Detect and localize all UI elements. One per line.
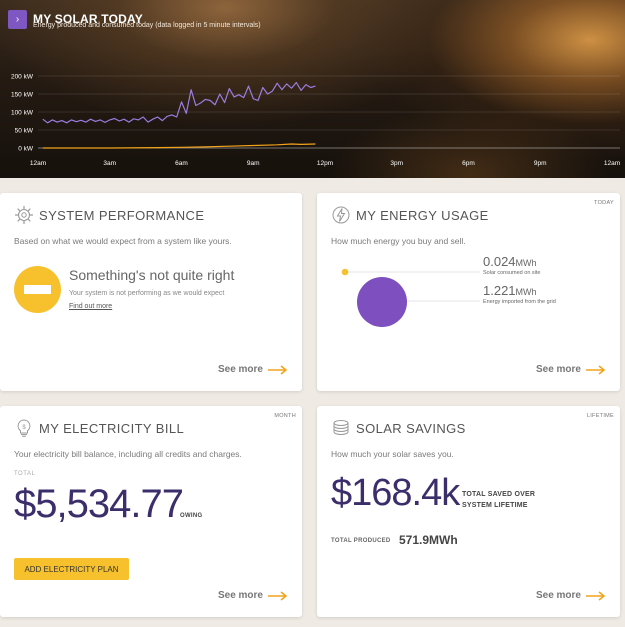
savings-amount: $168.4k xyxy=(331,472,460,514)
x-tick-label: 9am xyxy=(247,160,260,167)
card-title: SYSTEM PERFORMANCE xyxy=(39,207,205,223)
solar-savings-card: LIFETIME SOLAR SAVINGS How much your sol… xyxy=(317,406,620,617)
see-more-label: See more xyxy=(535,590,581,601)
gear-sun-icon xyxy=(14,205,34,225)
x-tick-label: 12am xyxy=(604,160,620,167)
y-tick-label: 50 kW xyxy=(15,128,34,135)
grid-imported-value: 1.221MWh xyxy=(483,283,537,298)
card-title: SOLAR SAVINGS xyxy=(356,420,466,436)
solar-consumed-bubble xyxy=(341,268,349,276)
expand-menu-button[interactable]: › xyxy=(8,10,27,29)
card-header: SYSTEM PERFORMANCE xyxy=(14,205,204,225)
series-line-1 xyxy=(42,143,316,149)
card-title: MY ELECTRICITY BILL xyxy=(39,420,185,436)
owing-label: OWING xyxy=(180,513,203,519)
lightbulb-dollar-icon: $ xyxy=(17,419,31,437)
performance-status: Something's not quite right xyxy=(69,267,235,283)
x-tick-label: 6am xyxy=(175,160,188,167)
grid-imported-bubble xyxy=(357,277,407,327)
y-tick-label: 150 kW xyxy=(11,92,34,99)
grid-imported-label: Energy imported from the grid xyxy=(483,299,556,305)
card-description: How much your solar saves you. xyxy=(331,449,454,459)
x-tick-label: 3pm xyxy=(390,160,403,167)
svg-text:$: $ xyxy=(22,425,26,431)
add-electricity-plan-button[interactable]: ADD ELECTRICITY PLAN xyxy=(14,558,129,580)
arrow-right-icon xyxy=(268,590,288,601)
arrow-right-icon xyxy=(268,364,288,375)
y-tick-label: 200 kW xyxy=(11,74,34,81)
see-more-button[interactable]: See more xyxy=(536,364,606,375)
card-description: Based on what we would expect from a sys… xyxy=(14,236,232,246)
see-more-button[interactable]: See more xyxy=(218,364,288,375)
card-description: Your electricity bill balance, including… xyxy=(14,449,242,459)
energy-bubbles xyxy=(341,268,480,327)
solar-consumed-value: 0.024MWh xyxy=(483,254,537,269)
system-performance-card: SYSTEM PERFORMANCE Based on what we woul… xyxy=(0,193,302,391)
period-tag: MONTH xyxy=(274,413,296,419)
hero-subtitle: Energy produced and consumed today (data… xyxy=(33,22,261,29)
warning-status-icon xyxy=(14,266,61,313)
bill-amount: $5,534.77 xyxy=(14,482,184,526)
see-more-button[interactable]: See more xyxy=(218,590,288,601)
electricity-bill-card: MONTH $ MY ELECTRICITY BILL Your electri… xyxy=(0,406,302,617)
x-tick-label: 6pm xyxy=(462,160,475,167)
see-more-button[interactable]: See more xyxy=(536,590,606,601)
arrow-right-icon xyxy=(586,364,606,375)
total-produced-value: 571.9MWh xyxy=(399,533,458,547)
see-more-label: See more xyxy=(217,364,263,375)
savings-amount-label: TOTAL SAVED OVER SYSTEM LIFETIME xyxy=(462,491,536,509)
total-produced-label: TOTAL PRODUCED xyxy=(331,538,391,544)
x-tick-label: 9pm xyxy=(534,160,547,167)
chevron-right-icon: › xyxy=(15,14,20,25)
see-more-label: See more xyxy=(217,590,263,601)
y-tick-label: 100 kW xyxy=(11,110,34,117)
energy-usage-card: TODAY MY ENERGY USAGE How much energy yo… xyxy=(317,193,620,391)
series-line-0 xyxy=(42,81,316,124)
x-tick-label: 3am xyxy=(103,160,116,167)
arrow-right-icon xyxy=(586,590,606,601)
performance-message: Your system is not performing as we woul… xyxy=(69,290,225,297)
card-header: $ MY ELECTRICITY BILL xyxy=(14,418,184,438)
y-tick-label: 0 kW xyxy=(18,146,34,153)
x-tick-label: 12am xyxy=(30,160,46,167)
total-label: TOTAL xyxy=(14,471,36,477)
see-more-label: See more xyxy=(535,364,581,375)
x-tick-label: 12pm xyxy=(317,160,333,167)
solar-consumed-label: Solar consumed on site xyxy=(483,270,541,276)
card-header: SOLAR SAVINGS xyxy=(331,418,466,438)
find-out-more-link[interactable]: Find out more xyxy=(69,303,112,310)
coins-icon xyxy=(333,420,349,435)
period-tag: LIFETIME xyxy=(586,413,614,419)
solar-today-hero: 200 kW 150 kW 100 kW 50 kW 0 kW 12am 3am 6am 9am… xyxy=(0,0,625,178)
